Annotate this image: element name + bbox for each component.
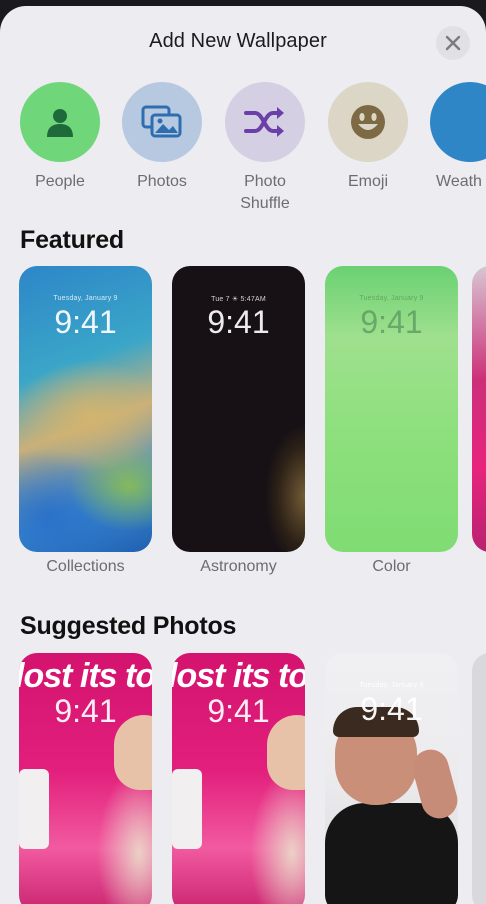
type-label-photo-shuffle: Photo Shuffle: [240, 173, 290, 212]
close-icon: [445, 35, 461, 51]
card-date: Tuesday, January 9: [359, 682, 424, 689]
type-label-people: People: [35, 173, 85, 190]
phone-in-photo: [172, 769, 202, 849]
featured-label-astronomy: Astronomy: [200, 558, 277, 575]
shuffle-circle[interactable]: [225, 82, 305, 162]
type-weather[interactable]: Weath: [428, 82, 486, 193]
featured-card-color[interactable]: Tuesday, January 9 9:41: [325, 266, 458, 552]
emoji-icon: [351, 105, 385, 139]
featured-card-next[interactable]: [472, 266, 486, 552]
sheet-title: Add New Wallpaper: [149, 30, 327, 52]
type-label-photos: Photos: [137, 173, 187, 190]
card-time: 9:41: [54, 304, 117, 340]
photos-icon: [141, 105, 182, 138]
person-icon: [47, 109, 73, 137]
suggested-title: Suggested Photos: [20, 612, 237, 640]
person-in-photo: [114, 715, 152, 790]
featured-label-collections: Collections: [46, 558, 125, 575]
card-time: 9:41: [360, 691, 423, 727]
type-photo-shuffle[interactable]: Photo Shuffle: [223, 82, 307, 215]
card-time: 9:41: [360, 304, 423, 340]
photo-banner-text: lost its to: [172, 657, 305, 695]
type-people[interactable]: People: [18, 82, 102, 193]
card-date: Tue 7 ☀ 5:47AM: [211, 296, 266, 303]
card-date: Tuesday, January 9: [359, 295, 424, 302]
weather-circle[interactable]: [430, 82, 486, 162]
suggested-card-3[interactable]: Tuesday, January 9 9:41: [325, 653, 458, 904]
featured-card-astronomy[interactable]: Tue 7 ☀ 5:47AM 9:41: [172, 266, 305, 552]
photos-circle[interactable]: [122, 82, 202, 162]
shuffle-icon: [244, 107, 284, 137]
emoji-circle[interactable]: [328, 82, 408, 162]
card-time: 9:41: [207, 304, 270, 340]
sheet-header: Add New Wallpaper: [0, 6, 486, 78]
photo-banner-text: lost its to: [19, 657, 152, 695]
type-label-weather: Weath: [436, 173, 482, 190]
featured-title: Featured: [20, 226, 124, 254]
person-in-photo: [267, 715, 305, 790]
type-label-emoji: Emoji: [347, 173, 388, 190]
suggested-card-1[interactable]: lost its to 9:41: [19, 653, 152, 904]
close-button[interactable]: [436, 26, 470, 60]
wallpaper-type-row: People Photos Photo Shuffle Emoji Weath: [0, 82, 486, 222]
wallpaper-sheet: Add New Wallpaper People Photos Photo Sh…: [0, 6, 486, 904]
type-photos[interactable]: Photos: [120, 82, 204, 193]
suggested-card-next[interactable]: [472, 653, 486, 904]
suggested-card-2[interactable]: lost its to 9:41: [172, 653, 305, 904]
phone-in-photo: [19, 769, 49, 849]
people-circle[interactable]: [20, 82, 100, 162]
type-emoji[interactable]: Emoji: [326, 82, 410, 193]
featured-card-collections[interactable]: Tuesday, January 9 9:41: [19, 266, 152, 552]
featured-label-color: Color: [372, 558, 411, 575]
card-date: Tuesday, January 9: [53, 295, 118, 302]
